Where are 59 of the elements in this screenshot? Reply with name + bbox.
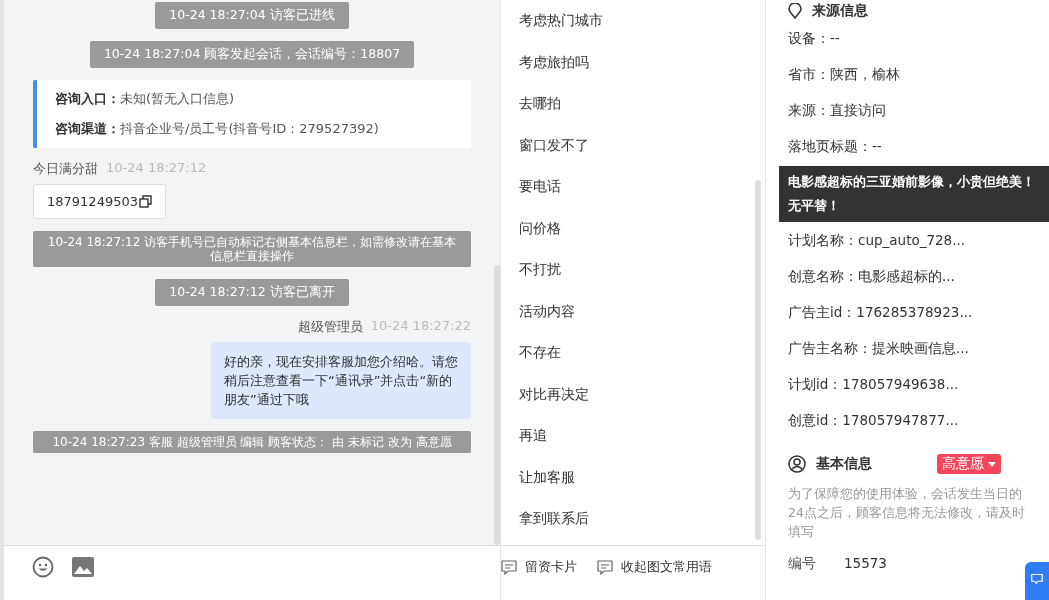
message-icon [597,559,613,575]
system-notice: 10-24 18:27:12 访客手机号已自动标记右侧基本信息栏，如需修改请在基本信息栏直接操作 [33,231,471,267]
source-field: 落地页标题：-- [788,128,1027,164]
info-value: 未知(暂无入口信息) [120,91,235,106]
message-text: 18791249503 [47,194,138,209]
chat-float-button[interactable] [1025,562,1049,600]
source-field: 广告主id：176285378923... [788,294,1027,330]
message-time: 10-24 18:27:22 [370,318,471,335]
source-field: 广告主名称：提米映画信息... [788,330,1027,366]
scrollbar[interactable] [755,180,761,540]
quick-reply-item[interactable]: 去哪拍 [519,83,747,125]
quick-reply-item[interactable]: 窗口发不了 [519,124,747,166]
field-label: 编号 [788,555,816,573]
quick-reply-item[interactable]: 再追 [519,415,747,457]
field-value: 15573 [844,555,887,573]
source-field: 设备：-- [788,20,1027,56]
quick-reply-item[interactable]: 要电话 [519,166,747,208]
scrollbar[interactable] [494,265,500,545]
caret-icon [988,461,996,467]
sender-name: 超级管理员 [297,318,363,336]
toolbar-button[interactable]: 留资卡片 [501,558,577,576]
quick-reply-item[interactable]: 问价格 [519,207,747,249]
quick-reply-item[interactable]: 考虑旅拍吗 [519,41,747,83]
quick-reply-item[interactable]: 不存在 [519,332,747,374]
sender-name: 今日满分甜 [33,160,98,178]
section-title: 来源信息 [812,2,868,20]
source-field: 创意名称：电影感超标的... [788,258,1027,294]
message-bubble: 好的亲，现在安排客服加您介绍哈。请您稍后注意查看一下“通讯录”并点击“新的朋友”通过下哦 [211,342,471,419]
source-field: 省市：陕西，榆林 [788,56,1027,92]
system-message: 10-24 18:27:04 访客已进线 [155,2,349,29]
quick-reply-item[interactable]: 考虑热门城市 [519,0,747,42]
source-field: 计划名称：cup_auto_728... [788,222,1027,258]
info-label: 咨询渠道： [55,121,120,136]
quick-reply-item[interactable]: 让加客服 [519,456,747,498]
user-icon [788,455,806,473]
toolbar-button[interactable]: 收起图文常用语 [597,558,712,576]
section-title: 基本信息 [816,455,872,473]
image-icon[interactable] [72,556,94,578]
source-field: 创意id：178057947877... [788,402,1027,438]
message-time: 10-24 18:27:12 [106,160,207,177]
system-message: 10-24 18:27:12 访客已离开 [155,279,349,306]
info-label: 咨询入口： [55,91,120,106]
notice-text: 为了保障您的使用体验，会话发生当日的24点之后，顾客信息将无法修改，请及时填写 [788,485,1026,541]
source-field: 计划id：178057949638... [788,366,1027,402]
intent-dropdown[interactable]: 高意愿 [937,454,1001,474]
tooltip: 电影感超标的三亚婚前影像，小贵但绝美！无平替！ [779,166,1049,222]
info-value: 抖音企业号/员工号(抖音号ID：279527392) [120,121,379,136]
location-pin-icon [788,3,802,19]
quick-reply-item[interactable]: 不打扰 [519,249,747,291]
quick-reply-item[interactable]: 对比再决定 [519,373,747,415]
emoji-icon[interactable] [32,556,54,578]
copy-icon[interactable] [139,195,152,208]
chat-icon [1031,572,1043,586]
quick-reply-item[interactable]: 活动内容 [519,290,747,332]
system-notice: 10-24 18:27:23 客服 超级管理员 编辑 顾客状态： 由 未标记 改为 高意愿 [33,431,471,453]
quick-reply-item[interactable]: 拿到联系后 [519,498,747,540]
message-icon [501,559,517,575]
source-field: 来源：直接访问 [788,92,1027,128]
system-message: 10-24 18:27:04 顾客发起会话，会话编号：18807 [89,41,415,68]
